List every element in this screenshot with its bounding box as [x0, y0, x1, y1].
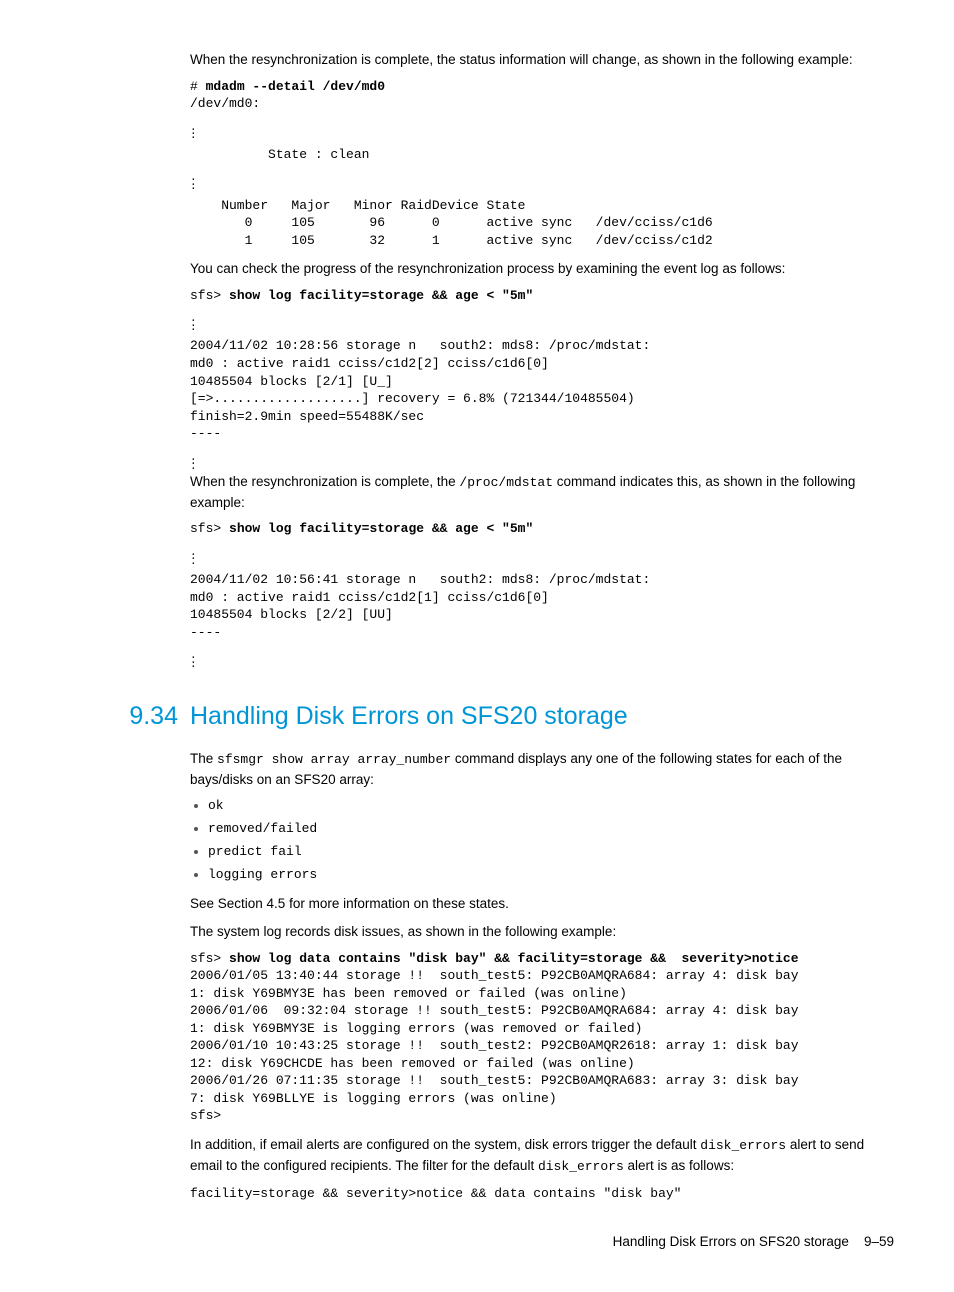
inline-code: disk_errors	[700, 1138, 786, 1153]
code-block: sfs> show log facility=storage && age < …	[190, 520, 894, 538]
code-block: 2004/11/02 10:28:56 storage n south2: md…	[190, 337, 894, 442]
paragraph: You can check the progress of the resync…	[190, 259, 894, 279]
paragraph: When the resynchronization is complete, …	[190, 50, 894, 70]
inline-code: sfsmgr show array	[217, 752, 357, 767]
vertical-ellipsis: ...	[190, 651, 894, 670]
section-title: Handling Disk Errors on SFS20 storage	[190, 698, 628, 734]
paragraph: The sfsmgr show array array_number comma…	[190, 749, 894, 789]
code-block: facility=storage && severity>notice && d…	[190, 1185, 894, 1203]
vertical-ellipsis: ...	[190, 173, 894, 192]
vertical-ellipsis: ...	[190, 548, 894, 567]
page-footer: Handling Disk Errors on SFS20 storage 9–…	[120, 1232, 894, 1252]
list-item: predict fail	[208, 843, 894, 862]
paragraph: When the resynchronization is complete, …	[190, 472, 894, 512]
inline-code: /proc/mdstat	[459, 475, 553, 490]
vertical-ellipsis: ...	[190, 123, 894, 142]
bullet-list: ok removed/failed predict fail logging e…	[190, 797, 894, 884]
paragraph: In addition, if email alerts are configu…	[190, 1135, 894, 1177]
code-block: 2004/11/02 10:56:41 storage n south2: md…	[190, 571, 894, 641]
code-block: State : clean	[190, 146, 894, 164]
code-block: Number Major Minor RaidDevice State 0 10…	[190, 197, 894, 250]
code-block: # mdadm --detail /dev/md0 /dev/md0:	[190, 78, 894, 113]
section-heading: 9.34 Handling Disk Errors on SFS20 stora…	[120, 698, 894, 734]
footer-page-number: 9–59	[864, 1234, 894, 1249]
vertical-ellipsis: ...	[190, 314, 894, 333]
list-item: removed/failed	[208, 820, 894, 839]
list-item: logging errors	[208, 866, 894, 885]
code-block: sfs> show log data contains "disk bay" &…	[190, 950, 894, 1125]
inline-code-italic: array_number	[357, 752, 451, 767]
inline-code: disk_errors	[538, 1159, 624, 1174]
paragraph: The system log records disk issues, as s…	[190, 922, 894, 942]
footer-title: Handling Disk Errors on SFS20 storage	[613, 1234, 849, 1249]
paragraph: See Section 4.5 for more information on …	[190, 894, 894, 914]
code-block: sfs> show log facility=storage && age < …	[190, 287, 894, 305]
vertical-ellipsis: ...	[190, 453, 894, 472]
section-number: 9.34	[120, 698, 190, 734]
list-item: ok	[208, 797, 894, 816]
